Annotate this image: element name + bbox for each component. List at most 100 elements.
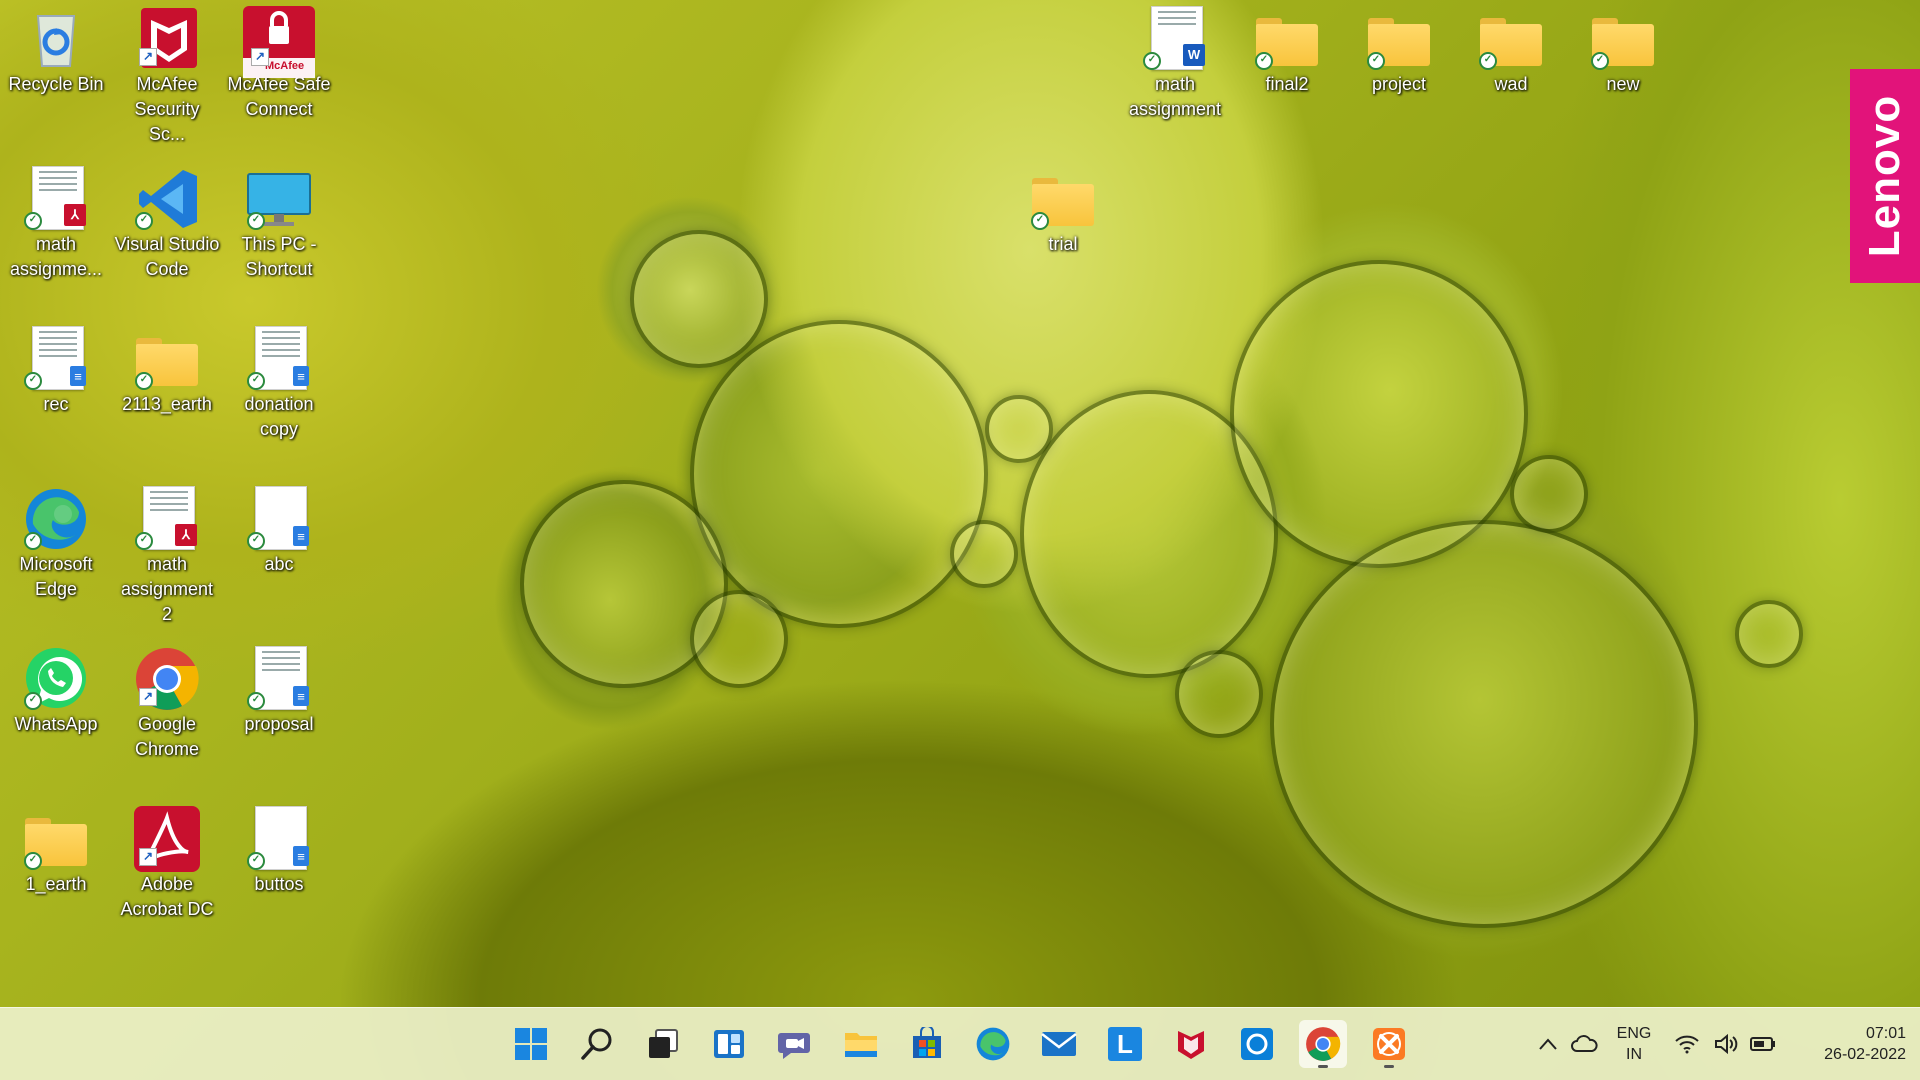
cortana-icon[interactable] xyxy=(1233,1020,1281,1068)
desktop-icon-donation-copy[interactable]: ≡ ✓ donation copy xyxy=(224,320,334,470)
desktop-icon-vscode[interactable]: ✓ Visual Studio Code xyxy=(112,160,222,310)
sync-check-icon: ✓ xyxy=(247,212,265,230)
clock[interactable]: 07:01 26-02-2022 xyxy=(1786,1023,1906,1065)
windows-start-icon[interactable] xyxy=(507,1020,555,1068)
lenovo-brand-tab: Lenovo xyxy=(1850,69,1920,283)
edge-icon[interactable] xyxy=(969,1020,1017,1068)
edge-icon: ✓ xyxy=(24,486,86,550)
mcafee-icon[interactable] xyxy=(1167,1020,1215,1068)
folder-icon: ✓ xyxy=(1591,6,1654,70)
desktop-icon-label: abc xyxy=(264,554,294,574)
mcafee-vpn-icon: McAfee ↗ xyxy=(243,6,315,78)
xampp-icon[interactable] xyxy=(1365,1020,1413,1068)
widgets-icon[interactable] xyxy=(705,1020,753,1068)
desktop-icon-folder-final2[interactable]: ✓ final2 xyxy=(1232,0,1342,150)
desktop-icon-label: Visual Studio Code xyxy=(114,234,220,279)
monitor-icon: ✓ xyxy=(247,166,311,230)
desktop-icon-folder-wad[interactable]: ✓ wad xyxy=(1456,0,1566,150)
wallpaper-bubble xyxy=(690,320,988,628)
desktop-icon-label: 2113_earth xyxy=(122,394,212,414)
desktop-icon-mcafee-safe-connect[interactable]: McAfee ↗ McAfee Safe Connect xyxy=(224,0,334,150)
sync-check-icon: ✓ xyxy=(135,532,153,550)
desktop-icon-buttos[interactable]: ≡ ✓ buttos xyxy=(224,800,334,950)
onedrive-cloud-icon[interactable] xyxy=(1566,1020,1602,1068)
desktop-icon-label: project xyxy=(1371,74,1427,94)
mail-icon[interactable] xyxy=(1035,1020,1083,1068)
sync-check-icon: ✓ xyxy=(247,692,265,710)
wallpaper-bubble xyxy=(985,395,1053,463)
sync-check-icon: ✓ xyxy=(1479,52,1497,70)
lenovo-vantage-glyph: L xyxy=(1108,1027,1142,1061)
desktop-icon-google-chrome[interactable]: ↗ Google Chrome xyxy=(112,640,222,790)
teams-chat-icon[interactable] xyxy=(771,1020,819,1068)
desktop-icon-folder-2113-earth[interactable]: ✓ 2113_earth xyxy=(112,320,222,470)
desktop-icon-label: math assignment xyxy=(1128,74,1222,119)
recycle-bin-icon xyxy=(26,6,86,67)
sync-check-icon: ✓ xyxy=(247,852,265,870)
desktop-icon-abc[interactable]: ≡ ✓ abc xyxy=(224,480,334,630)
desktop-icon-math-assignment-pdf[interactable]: ⅄ ✓ math assignme... xyxy=(1,160,111,310)
desktop-icon-adobe-acrobat[interactable]: ↗ Adobe Acrobat DC xyxy=(112,800,222,950)
desktop-icon-folder-1-earth[interactable]: ✓ 1_earth xyxy=(1,800,111,950)
pdf-document-icon: ⅄ ✓ xyxy=(24,166,86,230)
file-explorer-icon[interactable] xyxy=(837,1020,885,1068)
desktop-icon-label: Adobe Acrobat DC xyxy=(120,874,214,919)
desktop-icon-recycle-bin[interactable]: Recycle Bin xyxy=(1,0,111,150)
desktop-icon-math-assignment-2[interactable]: ⅄ ✓ math assignment 2 xyxy=(112,480,222,630)
taskbar: L ENG IN 07:01 26-02-2022 xyxy=(0,1007,1920,1080)
desktop-icon-label: WhatsApp xyxy=(14,714,98,734)
desktop-icon-folder-new[interactable]: ✓ new xyxy=(1568,0,1678,150)
desktop-icon-label: Google Chrome xyxy=(134,714,200,759)
desktop-icon-rec[interactable]: ≡ ✓ rec xyxy=(1,320,111,470)
sync-check-icon: ✓ xyxy=(1143,52,1161,70)
desktop-icon-proposal[interactable]: ≡ ✓ proposal xyxy=(224,640,334,790)
running-indicator xyxy=(1318,1065,1328,1068)
whatsapp-icon: ✓ xyxy=(24,646,86,710)
acrobat-badge-icon: ⅄ xyxy=(64,204,86,226)
battery-icon[interactable] xyxy=(1746,1020,1780,1068)
desktop-icon-label: Recycle Bin xyxy=(8,74,104,94)
desktop-icon-label: buttos xyxy=(254,874,304,894)
desktop-icon-microsoft-edge[interactable]: ✓ Microsoft Edge xyxy=(1,480,111,630)
lenovo-vantage-icon[interactable]: L xyxy=(1101,1020,1149,1068)
chrome-icon[interactable] xyxy=(1299,1020,1347,1068)
desktop-icon-folder-trial[interactable]: ✓ trial xyxy=(1008,160,1118,310)
folder-icon: ✓ xyxy=(1479,6,1542,70)
wifi-icon[interactable] xyxy=(1670,1020,1704,1068)
text-document-icon: ≡ ✓ xyxy=(247,806,309,870)
desktop-icon-whatsapp[interactable]: ✓ WhatsApp xyxy=(1,640,111,790)
sync-check-icon: ✓ xyxy=(24,692,42,710)
desktop-icon-mcafee-security-scan[interactable]: ↗ McAfee Security Sc... xyxy=(112,0,222,150)
acrobat-badge-icon: ⅄ xyxy=(175,524,197,546)
shortcut-arrow-icon: ↗ xyxy=(139,688,157,706)
microsoft-store-icon[interactable] xyxy=(903,1020,951,1068)
task-view-icon[interactable] xyxy=(639,1020,687,1068)
clock-time: 07:01 xyxy=(1865,1025,1906,1042)
folder-icon: ✓ xyxy=(1031,166,1094,230)
desktop-icon-label: math assignment 2 xyxy=(120,554,214,624)
region-code: IN xyxy=(1626,1046,1642,1063)
word-document-icon: W ✓ xyxy=(1143,6,1205,70)
wallpaper-bubble xyxy=(1270,520,1698,928)
wallpaper-bubble xyxy=(1175,650,1263,738)
sync-check-icon: ✓ xyxy=(24,532,42,550)
folder-icon: ✓ xyxy=(24,806,87,870)
desktop-icon-math-assignment-word[interactable]: W ✓ math assignment xyxy=(1120,0,1230,150)
shortcut-arrow-icon: ↗ xyxy=(251,48,269,66)
desktop-icon-label: 1_earth xyxy=(25,874,87,894)
chevron-up-icon[interactable] xyxy=(1530,1020,1566,1068)
sync-check-icon: ✓ xyxy=(1591,52,1609,70)
desktop-icon-folder-project[interactable]: ✓ project xyxy=(1344,0,1454,150)
text-document-icon: ≡ ✓ xyxy=(247,646,309,710)
folder-icon: ✓ xyxy=(1255,6,1318,70)
clock-date: 26-02-2022 xyxy=(1824,1046,1906,1063)
shortcut-arrow-icon: ↗ xyxy=(139,48,157,66)
speaker-volume-icon[interactable] xyxy=(1710,1020,1744,1068)
text-document-icon: ≡ ✓ xyxy=(247,326,309,390)
folder-icon: ✓ xyxy=(135,326,198,390)
wallpaper-bubble xyxy=(1510,455,1588,533)
desktop-icon-this-pc[interactable]: ✓ This PC - Shortcut xyxy=(224,160,334,310)
wallpaper-bubble xyxy=(690,590,788,688)
language-indicator[interactable]: ENG IN xyxy=(1604,1023,1664,1065)
search-icon[interactable] xyxy=(573,1020,621,1068)
